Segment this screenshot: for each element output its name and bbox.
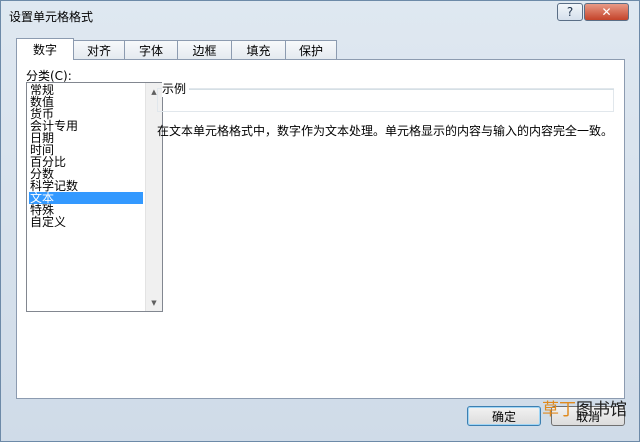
- tab-font[interactable]: 字体: [124, 40, 178, 60]
- close-button[interactable]: ✕: [584, 3, 629, 21]
- tab-protection[interactable]: 保护: [285, 40, 337, 60]
- scroll-down-arrow-icon[interactable]: ▼: [146, 294, 162, 311]
- help-button[interactable]: ?: [557, 3, 583, 21]
- watermark-logo: 草丁 图书馆: [542, 398, 627, 422]
- sample-legend: 示例: [162, 80, 190, 97]
- sample-box: [157, 88, 614, 112]
- sample-divider: [189, 89, 614, 90]
- tab-border[interactable]: 边框: [177, 40, 232, 60]
- watermark-part2: 图书馆: [576, 400, 627, 420]
- category-scrollbar[interactable]: ▲ ▼: [145, 83, 162, 311]
- tab-fill[interactable]: 填充: [231, 40, 286, 60]
- number-tab-panel: 分类(C): 常规 数值 货币 会计专用 日期 时间 百分比 分数 科学记数 文…: [16, 59, 625, 399]
- help-icon: ?: [566, 5, 574, 19]
- format-cells-dialog: 设置单元格格式 ? ✕ 数字 对齐 字体 边框 填充 保护 分类(C): 常规 …: [0, 0, 640, 442]
- category-item-custom[interactable]: 自定义: [29, 216, 143, 228]
- dialog-title: 设置单元格格式: [9, 10, 94, 24]
- tab-alignment[interactable]: 对齐: [73, 40, 125, 60]
- format-description: 在文本单元格格式中，数字作为文本处理。单元格显示的内容与输入的内容完全一致。: [157, 124, 614, 138]
- tab-strip: 数字 对齐 字体 边框 填充 保护: [16, 38, 337, 60]
- watermark-part1: 草丁: [542, 400, 576, 420]
- title-bar[interactable]: 设置单元格格式 ? ✕: [1, 1, 639, 31]
- category-list[interactable]: 常规 数值 货币 会计专用 日期 时间 百分比 分数 科学记数 文本 特殊 自定…: [26, 82, 163, 312]
- close-icon: ✕: [601, 5, 612, 19]
- tab-number[interactable]: 数字: [16, 38, 74, 60]
- ok-button[interactable]: 确定: [467, 406, 541, 426]
